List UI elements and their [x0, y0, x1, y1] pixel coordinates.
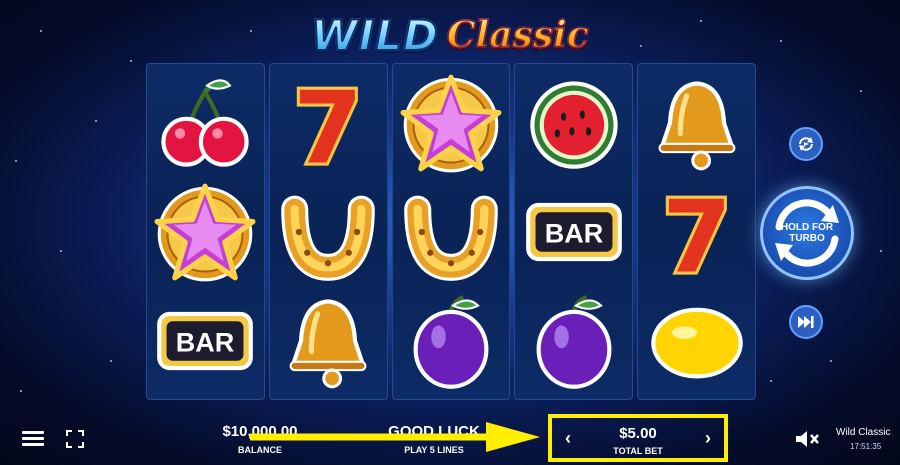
game-logo: WILD Classic — [300, 6, 600, 64]
bottom-bar: $10,000.00 BALANCE GOOD LUCK PLAY 5 LINE… — [0, 412, 900, 465]
bet-increase-button[interactable]: › — [700, 428, 716, 449]
balance-value: $10,000.00 — [222, 423, 298, 440]
fullscreen-icon[interactable] — [66, 430, 84, 448]
seven-text: 7 — [293, 71, 362, 175]
reel-3 — [391, 63, 511, 400]
star-icon — [397, 71, 505, 175]
total-bet-label: TOTAL BET — [613, 446, 663, 456]
bar-icon: BAR — [520, 180, 628, 284]
seven-text: 7 — [662, 180, 731, 284]
cherry-icon — [151, 71, 259, 175]
lemon-icon — [643, 289, 751, 393]
menu-icon[interactable] — [22, 431, 44, 447]
plum-icon — [397, 289, 505, 393]
reel-1: BAR — [146, 63, 265, 400]
seven-icon: 7 — [274, 71, 382, 175]
game-name: Wild Classic — [836, 427, 891, 438]
total-bet-control: ‹ $5.00 TOTAL BET › — [548, 414, 728, 462]
turbo-button[interactable] — [789, 305, 823, 339]
win-message: GOOD LUCK — [388, 423, 480, 440]
mute-icon[interactable] — [794, 429, 820, 449]
reel-5: 7 — [637, 63, 756, 400]
spin-button[interactable]: HOLD FOR TURBO — [760, 186, 854, 280]
reel-4: BAR — [514, 63, 634, 400]
watermelon-icon — [520, 71, 628, 175]
horseshoe-icon — [274, 180, 382, 284]
plum-icon — [520, 289, 628, 393]
balance-label: BALANCE — [238, 445, 282, 455]
autoplay-icon — [799, 137, 813, 151]
spin-button-label: HOLD FOR TURBO — [780, 222, 834, 244]
fast-forward-icon — [798, 316, 814, 328]
clock: 17:51:35 — [850, 442, 882, 451]
reel-grid: BAR 7 BAR 7 — [146, 63, 756, 400]
lines-label: PLAY 5 LINES — [404, 445, 464, 455]
bar-text: BAR — [176, 327, 235, 357]
bell-icon — [274, 289, 382, 393]
logo-classic-text: Classic — [446, 13, 589, 57]
bell-icon — [643, 71, 751, 175]
bar-icon: BAR — [151, 289, 259, 393]
reel-2: 7 — [268, 63, 388, 400]
seven-icon: 7 — [643, 180, 751, 284]
autoplay-button[interactable] — [789, 127, 823, 161]
horseshoe-icon — [397, 180, 505, 284]
bar-text: BAR — [544, 218, 603, 248]
logo-wild-text: WILD — [310, 10, 439, 61]
star-icon — [151, 180, 259, 284]
total-bet-value: $5.00 — [619, 425, 657, 442]
